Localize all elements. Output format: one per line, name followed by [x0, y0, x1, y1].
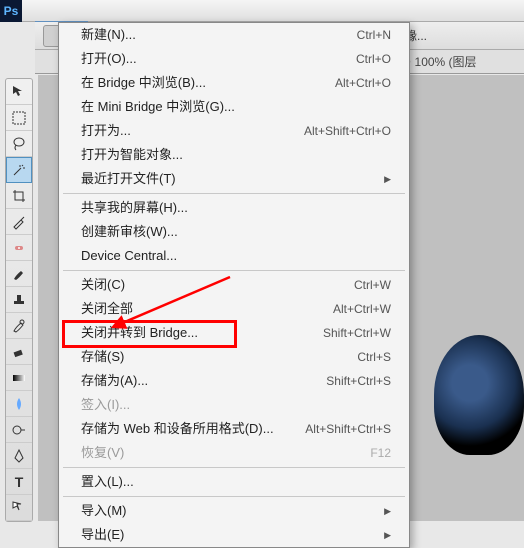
menu-item-label: 关闭(C): [81, 276, 125, 294]
file-menu-item[interactable]: 存储为(A)... Shift+Ctrl+S: [59, 369, 409, 393]
file-menu-item[interactable]: 创建新审核(W)...: [59, 220, 409, 244]
menu-separator: [63, 496, 405, 497]
menu-item-shortcut: Shift+Ctrl+S: [326, 372, 391, 390]
marquee-tool-icon[interactable]: [6, 105, 32, 131]
file-menu-item[interactable]: 导出(E) ▶: [59, 523, 409, 547]
file-menu-item[interactable]: 导入(M) ▶: [59, 499, 409, 523]
menu-item-label: 新建(N)...: [81, 26, 136, 44]
menu-separator: [63, 270, 405, 271]
menu-item-shortcut: F12: [370, 444, 391, 462]
menu-item-label: 在 Mini Bridge 中浏览(G)...: [81, 98, 235, 116]
menu-item-shortcut: Ctrl+N: [357, 26, 391, 44]
move-tool-icon[interactable]: [6, 79, 32, 105]
menu-item-label: 存储为(A)...: [81, 372, 148, 390]
eraser-tool-icon[interactable]: [6, 339, 32, 365]
file-menu-item[interactable]: 存储(S) Ctrl+S: [59, 345, 409, 369]
menu-item-label: 置入(L)...: [81, 473, 134, 491]
photoshop-icon: Ps: [0, 0, 22, 22]
stamp-tool-icon[interactable]: [6, 287, 32, 313]
gradient-tool-icon[interactable]: [6, 365, 32, 391]
eyedropper-tool-icon[interactable]: [6, 209, 32, 235]
menu-item-label: 导入(M): [81, 502, 127, 520]
menu-item-label: 导出(E): [81, 526, 124, 544]
menu-item-shortcut: ▶: [384, 526, 391, 544]
file-menu-item[interactable]: 打开为... Alt+Shift+Ctrl+O: [59, 119, 409, 143]
file-menu-item: 恢复(V) F12: [59, 441, 409, 465]
file-menu-item[interactable]: 打开为智能对象...: [59, 143, 409, 167]
file-menu-item: 签入(I)...: [59, 393, 409, 417]
tools-panel: T: [5, 78, 33, 522]
menu-item-shortcut: ▶: [384, 170, 391, 188]
history-brush-tool-icon[interactable]: [6, 313, 32, 339]
menu-item-shortcut: Ctrl+O: [356, 50, 391, 68]
title-bar: Ps: [0, 0, 524, 22]
menu-item-label: 最近打开文件(T): [81, 170, 176, 188]
menu-item-label: 恢复(V): [81, 444, 124, 462]
file-menu-item[interactable]: 新建(N)... Ctrl+N: [59, 23, 409, 47]
menu-separator: [63, 193, 405, 194]
menu-item-shortcut: Alt+Ctrl+W: [333, 300, 391, 318]
menu-item-label: 存储为 Web 和设备所用格式(D)...: [81, 420, 274, 438]
menu-item-shortcut: Ctrl+W: [354, 276, 391, 294]
menu-item-label: 打开为...: [81, 122, 131, 140]
menu-item-shortcut: Alt+Shift+Ctrl+O: [304, 122, 391, 140]
menu-item-label: 签入(I)...: [81, 396, 130, 414]
menu-item-label: 共享我的屏幕(H)...: [81, 199, 188, 217]
menu-item-label: 创建新审核(W)...: [81, 223, 178, 241]
wand-tool-icon[interactable]: [6, 157, 32, 183]
file-menu-item[interactable]: 在 Mini Bridge 中浏览(G)...: [59, 95, 409, 119]
file-menu-item[interactable]: 打开(O)... Ctrl+O: [59, 47, 409, 71]
file-menu-item[interactable]: 关闭(C) Ctrl+W: [59, 273, 409, 297]
menu-item-shortcut: Alt+Ctrl+O: [335, 74, 391, 92]
menu-separator: [63, 467, 405, 468]
lasso-tool-icon[interactable]: [6, 131, 32, 157]
crop-tool-icon[interactable]: [6, 183, 32, 209]
menu-item-label: 打开为智能对象...: [81, 146, 183, 164]
menu-item-label: 关闭并转到 Bridge...: [81, 324, 198, 342]
menu-item-label: 存储(S): [81, 348, 124, 366]
menu-item-label: Device Central...: [81, 247, 177, 265]
healing-tool-icon[interactable]: [6, 235, 32, 261]
brush-tool-icon[interactable]: [6, 261, 32, 287]
menu-item-shortcut: Shift+Ctrl+W: [323, 324, 391, 342]
document-image: [434, 335, 524, 455]
menu-item-shortcut: Ctrl+S: [357, 348, 391, 366]
menu-item-label: 在 Bridge 中浏览(B)...: [81, 74, 206, 92]
file-menu-item[interactable]: 置入(L)...: [59, 470, 409, 494]
type-tool-icon[interactable]: T: [6, 469, 32, 495]
menu-item-shortcut: Alt+Shift+Ctrl+S: [305, 420, 391, 438]
blur-tool-icon[interactable]: [6, 391, 32, 417]
menu-item-label: 打开(O)...: [81, 50, 137, 68]
file-menu-item[interactable]: 在 Bridge 中浏览(B)... Alt+Ctrl+O: [59, 71, 409, 95]
file-menu-item[interactable]: 最近打开文件(T) ▶: [59, 167, 409, 191]
file-menu-item[interactable]: 存储为 Web 和设备所用格式(D)... Alt+Shift+Ctrl+S: [59, 417, 409, 441]
dodge-tool-icon[interactable]: [6, 417, 32, 443]
file-menu-dropdown: 新建(N)... Ctrl+N 打开(O)... Ctrl+O 在 Bridge 中浏览…: [58, 22, 410, 548]
file-menu-item[interactable]: 共享我的屏幕(H)...: [59, 196, 409, 220]
menu-item-shortcut: ▶: [384, 502, 391, 520]
path-tool-icon[interactable]: [6, 495, 32, 521]
file-menu-item[interactable]: 关闭并转到 Bridge... Shift+Ctrl+W: [59, 321, 409, 345]
pen-tool-icon[interactable]: [6, 443, 32, 469]
file-menu-item[interactable]: 关闭全部 Alt+Ctrl+W: [59, 297, 409, 321]
file-menu-item[interactable]: Device Central...: [59, 244, 409, 268]
menu-item-label: 关闭全部: [81, 300, 133, 318]
